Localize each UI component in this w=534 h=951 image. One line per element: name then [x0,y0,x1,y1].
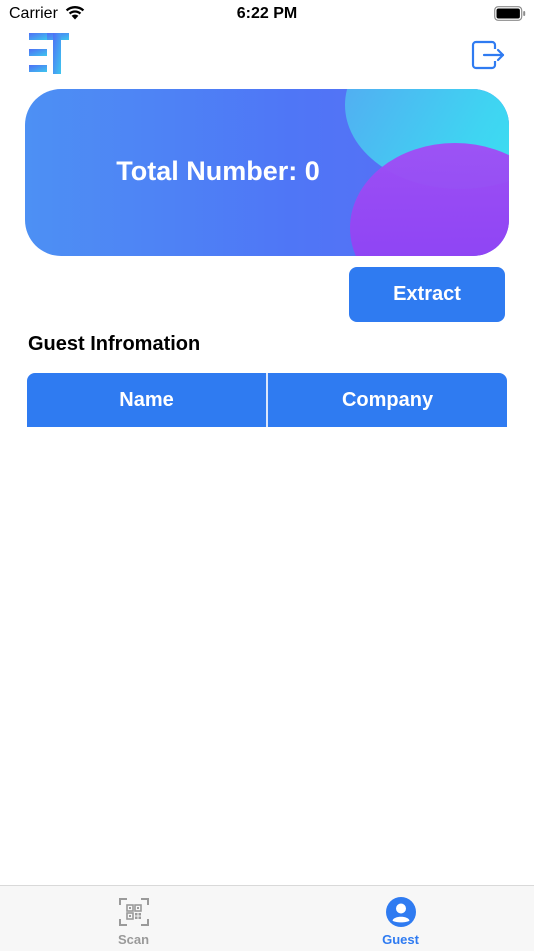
column-header-company: Company [268,373,507,427]
battery-icon [494,6,526,21]
status-time: 6:22 PM [236,5,298,22]
tab-scan-label: Scan [117,932,150,947]
tab-guest-label: Guest [382,932,419,947]
status-bar: Carrier 6:22 PM [0,0,534,30]
total-number-card: Total Number: 0 [25,89,509,256]
guest-information-title: Guest Infromation [28,333,201,355]
column-header-name: Name [27,373,266,427]
guest-table-header: Name Company [27,373,507,427]
tab-scan[interactable]: Scan [0,886,267,951]
extract-button[interactable]: Extract [349,267,505,322]
tab-guest[interactable]: Guest [267,886,534,951]
logout-icon[interactable] [470,38,506,72]
person-icon [385,897,416,927]
total-number-label: Total Number: 0 [116,156,320,186]
qr-scan-icon [118,898,149,926]
tab-bar: Scan Guest [0,885,534,951]
app-logo-icon [29,33,69,74]
